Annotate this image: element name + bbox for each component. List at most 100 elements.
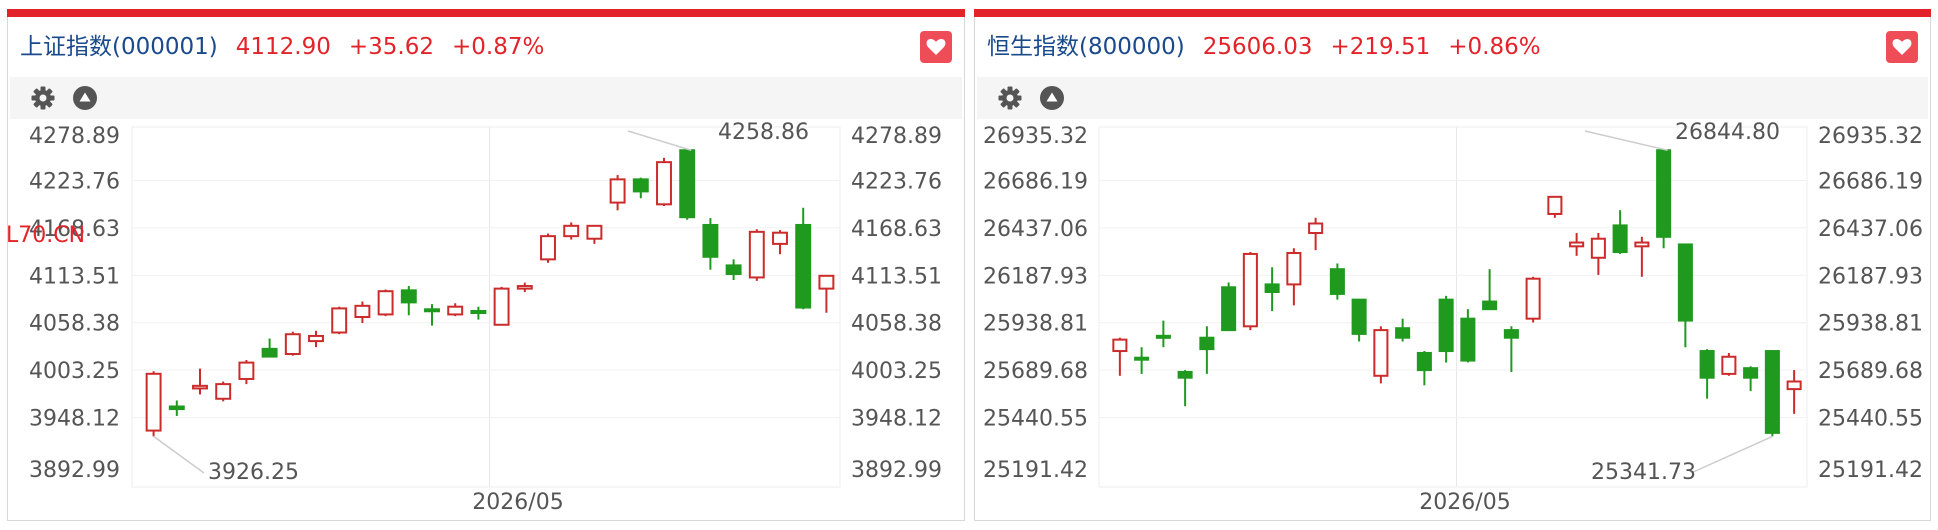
y-tick-label-right: 26686.19	[1818, 169, 1923, 194]
candle-body-down	[725, 264, 742, 275]
candle-body-down	[1155, 334, 1171, 339]
chart-toolbar	[10, 77, 962, 119]
heart-icon	[926, 39, 946, 55]
favorite-heart-button[interactable]	[920, 31, 952, 63]
overlay-code-text: L70.CN	[8, 223, 85, 248]
candle-body-down	[400, 289, 417, 304]
candle-body-up	[447, 305, 464, 316]
y-tick-label-right: 25440.55	[1818, 407, 1923, 432]
min-annotation-leader	[1690, 435, 1773, 474]
candle-body-up	[145, 372, 162, 432]
panel-header: 恒生指数(800000) 25606.03 +219.51 +0.86%	[987, 31, 1541, 63]
y-tick-label-right: 25689.68	[1818, 359, 1923, 384]
y-tick-label-left: 26187.93	[983, 264, 1088, 289]
candle-body-down	[1743, 367, 1759, 379]
candle-body-up	[1634, 241, 1650, 248]
y-tick-label-left: 25440.55	[983, 407, 1088, 432]
candle-body-up	[586, 224, 603, 240]
y-tick-label-left: 4058.38	[29, 312, 120, 337]
hang-seng-index-panel: 26935.32 26935.32 26686.19 26686.19 26437.06…	[974, 9, 1931, 521]
candle-body-up	[192, 384, 208, 390]
y-tick-label-right: 4168.63	[851, 217, 942, 242]
shanghai-index-panel: 4278.89 4278.89 4223.76 4223.76 4168.63 4168.…	[7, 9, 965, 521]
y-tick-label-left: 4278.89	[29, 124, 120, 149]
y-tick-label-right: 26437.06	[1818, 217, 1923, 242]
y-tick-label-left: 3948.12	[29, 407, 120, 432]
gear-icon	[998, 86, 1022, 110]
min-value-annotation: 3926.25	[208, 460, 299, 485]
candle-body-up	[1242, 252, 1258, 328]
y-tick-label-right: 25938.81	[1818, 312, 1923, 337]
min-annotation-leader	[153, 435, 205, 474]
candle-body-down	[1134, 356, 1150, 361]
candle-body-up	[656, 161, 672, 206]
settings-gear-button[interactable]	[997, 85, 1023, 111]
candle-body-up	[1373, 329, 1389, 377]
candle-body-down	[1221, 286, 1237, 332]
candle-body-up	[354, 304, 371, 319]
candle-body-down	[470, 309, 487, 314]
candle-body-down	[261, 347, 278, 358]
y-tick-label-left: 4003.25	[29, 359, 120, 384]
y-tick-label-left: 26935.32	[983, 124, 1088, 149]
candle-body-up	[516, 285, 533, 290]
panel-header: 上证指数(000001) 4112.90 +35.62 +0.87%	[20, 31, 544, 63]
index-change-pct: +0.87%	[452, 34, 545, 60]
y-tick-label-right: 25191.42	[1818, 458, 1923, 483]
heart-icon	[1892, 39, 1912, 55]
index-name[interactable]: 上证指数(000001)	[20, 34, 218, 60]
gear-icon	[31, 86, 55, 110]
candle-body-up	[215, 383, 232, 400]
candle-body-down	[1438, 298, 1454, 353]
favorite-heart-button[interactable]	[1886, 31, 1918, 63]
y-tick-label-left: 3892.99	[29, 458, 120, 483]
y-tick-label-right: 3892.99	[851, 458, 942, 483]
candle-body-down	[1460, 317, 1476, 362]
candle-body-up	[1112, 338, 1128, 353]
candle-body-up	[1786, 380, 1802, 391]
collapse-up-button[interactable]	[1039, 85, 1065, 111]
y-tick-label-right: 4223.76	[851, 169, 942, 194]
max-value-annotation: 4258.86	[718, 120, 809, 145]
candle-body-up	[748, 230, 765, 279]
index-change: +35.62	[348, 34, 434, 60]
y-tick-label-left: 25938.81	[983, 312, 1088, 337]
min-value-annotation: 25341.73	[1591, 460, 1696, 485]
y-tick-label-right: 26187.93	[1818, 264, 1923, 289]
candle-body-down	[679, 149, 696, 219]
candle-body-down	[168, 405, 185, 411]
triangle-up-circle-icon	[1040, 86, 1064, 110]
max-annotation-leader	[1584, 130, 1668, 151]
y-tick-label-right: 3948.12	[851, 407, 942, 432]
candle-body-up	[1590, 237, 1606, 259]
candle-body-down	[1416, 351, 1432, 372]
candle-body-down	[1677, 243, 1693, 322]
candle-body-down	[424, 308, 440, 313]
candle-body-down	[1612, 224, 1628, 254]
collapse-up-button[interactable]	[72, 85, 98, 111]
candle-body-up	[331, 307, 348, 334]
candle-body-down	[1764, 350, 1780, 434]
candle-body-down	[1656, 149, 1672, 238]
candle-body-down	[1699, 350, 1715, 379]
candle-body-up	[818, 274, 835, 290]
index-price: 25606.03	[1202, 34, 1313, 60]
panel-top-accent-bar	[974, 9, 1931, 17]
candle-body-up	[238, 361, 255, 380]
candle-body-up	[1286, 251, 1302, 286]
candle-body-down	[1177, 370, 1193, 379]
index-change-pct: +0.86%	[1448, 34, 1541, 60]
candle-body-down	[1351, 298, 1367, 335]
candle-body-down	[1199, 336, 1215, 351]
candle-body-up	[1569, 241, 1585, 248]
settings-gear-button[interactable]	[30, 85, 56, 111]
candle-body-up	[1721, 355, 1737, 375]
index-name[interactable]: 恒生指数(800000)	[987, 34, 1185, 60]
y-tick-label-left: 4223.76	[29, 169, 120, 194]
y-tick-label-right: 4278.89	[851, 124, 942, 149]
candle-body-up	[377, 290, 394, 316]
panel-top-accent-bar	[7, 9, 965, 17]
index-price: 4112.90	[235, 34, 331, 60]
y-tick-label-left: 26686.19	[983, 169, 1088, 194]
candle-body-up	[540, 235, 556, 261]
